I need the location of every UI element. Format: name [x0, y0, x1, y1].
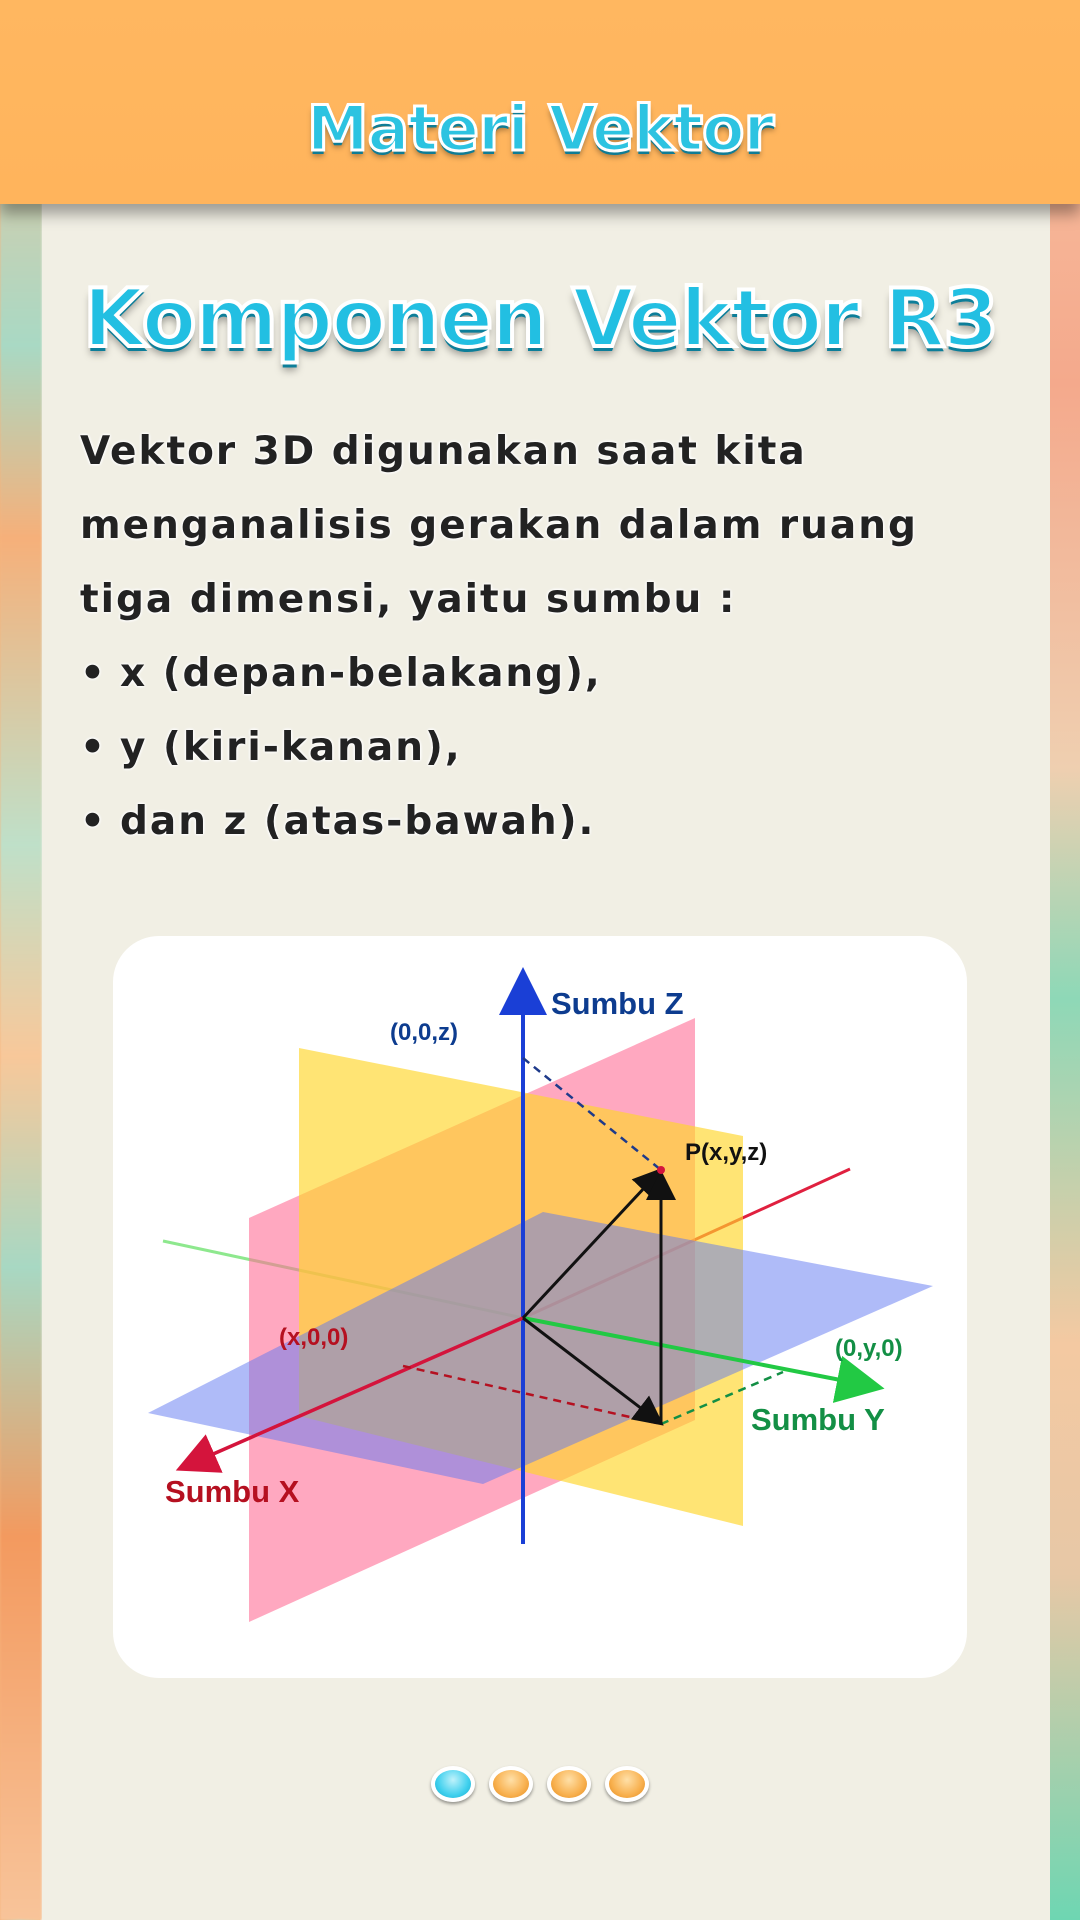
label-z-projection: (0,0,z): [390, 1019, 458, 1046]
label-y-projection: (0,y,0): [835, 1335, 903, 1362]
label-x-projection: (x,0,0): [279, 1324, 348, 1351]
page-dot-4[interactable]: [605, 1766, 649, 1802]
bullet-icon: •: [80, 651, 107, 696]
slide-title: Komponen Vektor R3: [81, 270, 1001, 367]
label-sumbu-x: Sumbu X: [165, 1474, 300, 1509]
bullet-icon: •: [80, 725, 107, 770]
bullet-item-z: • dan z (atas-bawah).: [80, 785, 1010, 859]
r3-coordinate-diagram: Sumbu Z (0,0,z) P(x,y,z) (x,0,0) (0,y,0)…: [148, 967, 933, 1622]
intro-line: menganalisis gerakan dalam ruang: [80, 503, 918, 548]
page-dot-2[interactable]: [489, 1766, 533, 1802]
header-bar: Materi Vektor: [0, 0, 1080, 204]
page-dot-3[interactable]: [547, 1766, 591, 1802]
diagram-card: Sumbu Z (0,0,z) P(x,y,z) (x,0,0) (0,y,0)…: [113, 936, 967, 1678]
bullet-text: y (kiri-kanan),: [120, 725, 462, 770]
app-title: Materi Vektor: [305, 91, 775, 167]
intro-line: Vektor 3D digunakan saat kita: [80, 429, 807, 474]
point-p-marker: [657, 1166, 665, 1174]
explanation-text: Vektor 3D digunakan saat kita menganalis…: [80, 415, 1010, 859]
bullet-item-x: • x (depan-belakang),: [80, 637, 1010, 711]
page-indicator: [0, 1766, 1080, 1810]
bullet-item-y: • y (kiri-kanan),: [80, 711, 1010, 785]
page-dot-1[interactable]: [431, 1766, 475, 1802]
bullet-text: dan z (atas-bawah).: [120, 799, 596, 844]
label-point-p: P(x,y,z): [685, 1139, 767, 1166]
intro-line: tiga dimensi, yaitu sumbu :: [80, 577, 737, 622]
label-sumbu-z: Sumbu Z: [551, 986, 684, 1021]
label-sumbu-y: Sumbu Y: [751, 1402, 885, 1437]
bullet-text: x (depan-belakang),: [120, 651, 602, 696]
bullet-icon: •: [80, 799, 107, 844]
